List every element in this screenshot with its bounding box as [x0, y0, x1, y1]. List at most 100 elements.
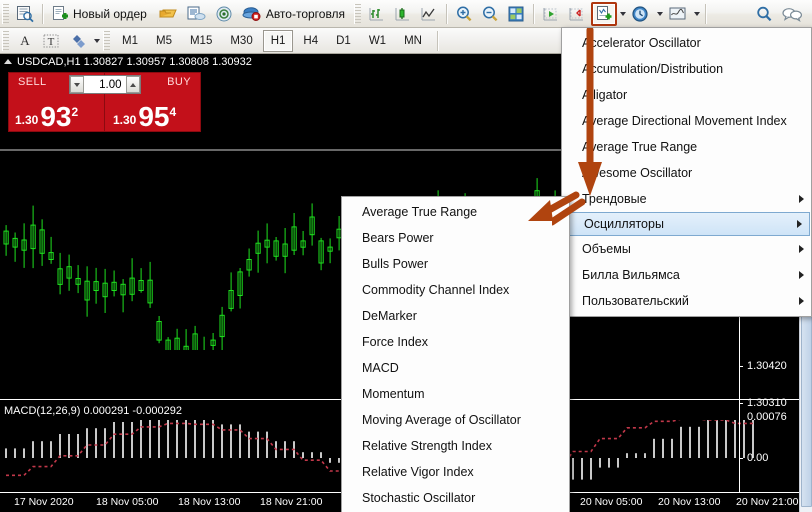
tile-windows-icon[interactable] — [504, 2, 528, 26]
menu-item-трендовые[interactable]: Трендовые — [562, 186, 811, 212]
templates-icon[interactable] — [665, 2, 691, 26]
toolbar-gripper[interactable] — [2, 4, 9, 24]
zoom-out-icon[interactable] — [478, 2, 502, 26]
periods-clock-icon[interactable] — [628, 2, 654, 26]
menu-item-label: Билла Вильямса — [582, 268, 680, 282]
toolbar-separator-4 — [705, 4, 706, 24]
timeframe-h1[interactable]: H1 — [263, 30, 294, 52]
open-folder-icon[interactable] — [155, 2, 181, 26]
menu-item-macd[interactable]: MACD — [342, 355, 569, 381]
time-label-7: 20 Nov 05:00 — [580, 496, 642, 508]
find-icon[interactable] — [752, 2, 776, 26]
indicators-dropdown-menu[interactable]: Accelerator Oscillator Accumulation/Distr… — [561, 27, 812, 317]
menu-item-alligator[interactable]: Alligator — [562, 82, 811, 108]
collapse-triangle-icon[interactable] — [4, 59, 12, 64]
menu-item-momentum[interactable]: Momentum — [342, 381, 569, 407]
timeframe-mn[interactable]: MN — [396, 30, 430, 52]
menu-item-stochastic-oscillator[interactable]: Stochastic Oscillator — [342, 485, 569, 511]
timeframe-m5[interactable]: M5 — [148, 30, 180, 52]
volume-value[interactable]: 1.00 — [84, 79, 126, 91]
signals-icon[interactable] — [211, 2, 237, 26]
timeframe-m15[interactable]: M15 — [182, 30, 220, 52]
menu-item-accelerator-oscillator[interactable]: Accelerator Oscillator — [562, 30, 811, 56]
menu-item-label: Average True Range — [362, 205, 477, 219]
menu-item-билла-вильямса[interactable]: Билла Вильямса — [562, 262, 811, 288]
sell-price-fraction: 2 — [72, 105, 79, 119]
svg-text:T: T — [48, 36, 55, 48]
menu-item-moving-average-of-oscillator[interactable]: Moving Average of Oscillator — [342, 407, 569, 433]
menu-item-awesome-oscillator[interactable]: Awesome Oscillator — [562, 160, 811, 186]
market-watch-icon[interactable] — [13, 2, 37, 26]
time-label-2: 18 Nov 13:00 — [178, 496, 240, 508]
templates-dropdown-caret[interactable] — [692, 4, 701, 24]
timeframe-m1[interactable]: M1 — [114, 30, 146, 52]
menu-item-label: Accelerator Oscillator — [582, 36, 701, 50]
toolbar-separator-3 — [533, 4, 534, 24]
menu-item-label: Bears Power — [362, 231, 434, 245]
profiles-icon[interactable] — [183, 2, 209, 26]
menu-item-label: Alligator — [582, 88, 627, 102]
menu-item-average-directional-movement-index[interactable]: Average Directional Movement Index — [562, 108, 811, 134]
volume-increment-button[interactable] — [126, 76, 140, 93]
submenu-arrow-icon — [799, 271, 804, 279]
menu-item-average-true-range[interactable]: Average True Range — [342, 199, 569, 225]
submenu-arrow-icon — [799, 195, 804, 203]
indicators-button[interactable] — [591, 2, 617, 26]
menu-item-label: Stochastic Oscillator — [362, 491, 475, 505]
volume-stepper[interactable]: 1.00 — [69, 75, 141, 94]
menu-item-label: Moving Average of Oscillator — [362, 413, 521, 427]
new-order-label: Новый ордер — [73, 7, 147, 21]
timeframe-d1[interactable]: D1 — [328, 30, 359, 52]
indicators-dropdown-caret[interactable] — [618, 4, 627, 24]
periods-dropdown-caret[interactable] — [655, 4, 664, 24]
menu-item-осцилляторы[interactable]: Осцилляторы — [563, 212, 810, 236]
menu-item-label: Awesome Oscillator — [582, 166, 692, 180]
menu-item-пользовательский[interactable]: Пользовательский — [562, 288, 811, 314]
menu-item-demarker[interactable]: DeMarker — [342, 303, 569, 329]
menu-item-объемы[interactable]: Объемы — [562, 236, 811, 262]
sell-price-big: 93 — [40, 104, 71, 130]
candlestick-chart-icon[interactable] — [391, 2, 415, 26]
price-label-2: 1.30310 — [747, 397, 787, 409]
timeframe-w1[interactable]: W1 — [361, 30, 394, 52]
menu-item-label: Relative Strength Index — [362, 439, 492, 453]
main-toolbar: Новый ордер — [0, 0, 812, 28]
timeframe-h4[interactable]: H4 — [295, 30, 326, 52]
timeframe-m30[interactable]: M30 — [222, 30, 260, 52]
menu-item-average-true-range[interactable]: Average True Range — [562, 134, 811, 160]
text-tool-label: A — [20, 33, 29, 49]
new-order-button[interactable]: Новый ордер — [48, 2, 153, 26]
toolbar2-gripper-2[interactable] — [103, 31, 110, 51]
submenu-arrow-icon — [799, 245, 804, 253]
objects-dropdown-caret[interactable] — [92, 31, 101, 51]
one-click-trading-panel[interactable]: SELL 1.30 93 2 BUY 1.30 95 4 — [8, 72, 201, 132]
zoom-in-icon[interactable] — [452, 2, 476, 26]
menu-item-bears-power[interactable]: Bears Power — [342, 225, 569, 251]
submenu-arrow-icon — [797, 220, 802, 228]
menu-item-accumulation-distribution[interactable]: Accumulation/Distribution — [562, 56, 811, 82]
label-tool-icon[interactable]: T — [39, 29, 63, 53]
chart-shift-icon[interactable] — [565, 2, 589, 26]
volume-decrement-button[interactable] — [70, 76, 84, 93]
bar-chart-icon[interactable] — [365, 2, 389, 26]
line-chart-icon[interactable] — [417, 2, 441, 26]
menu-item-relative-strength-index[interactable]: Relative Strength Index — [342, 433, 569, 459]
crosshair-text-icon[interactable]: A — [13, 29, 37, 53]
toolbar2-gripper[interactable] — [2, 31, 9, 51]
menu-item-bulls-power[interactable]: Bulls Power — [342, 251, 569, 277]
chart-header: USDCAD,H1 1.30827 1.30957 1.30808 1.3093… — [0, 54, 252, 69]
menu-item-force-index[interactable]: Force Index — [342, 329, 569, 355]
autotrading-button[interactable]: Авто-торговля — [239, 2, 351, 26]
menu-item-label: Accumulation/Distribution — [582, 62, 723, 76]
buy-price-big: 95 — [138, 104, 169, 130]
oscillators-submenu[interactable]: Average True Range Bears Power Bulls Power… — [341, 196, 570, 512]
autoscroll-icon[interactable] — [539, 2, 563, 26]
menu-item-label: Momentum — [362, 387, 425, 401]
macd-scale-max: 0.00076 — [747, 411, 787, 423]
chat-icon[interactable] — [778, 2, 806, 26]
objects-tool-icon[interactable] — [65, 29, 91, 53]
toolbar-gripper-2[interactable] — [354, 4, 361, 24]
menu-item-relative-vigor-index[interactable]: Relative Vigor Index — [342, 459, 569, 485]
sell-label: SELL — [18, 76, 47, 88]
menu-item-commodity-channel-index[interactable]: Commodity Channel Index — [342, 277, 569, 303]
